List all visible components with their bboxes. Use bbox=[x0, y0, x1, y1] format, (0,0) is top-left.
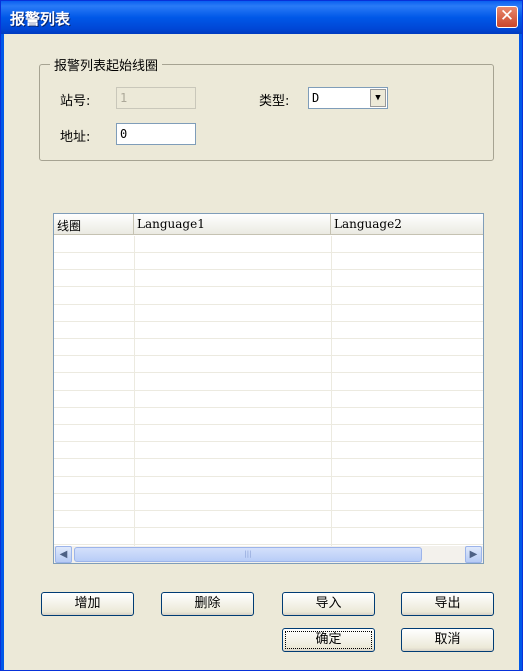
window-title: 报警列表 bbox=[10, 10, 71, 28]
close-icon[interactable]: ✕ bbox=[496, 6, 518, 28]
column-header-language1[interactable]: Language1 bbox=[134, 214, 331, 235]
scroll-left-icon[interactable]: ◀ bbox=[55, 546, 72, 563]
type-label: 类型: bbox=[259, 94, 290, 109]
import-button[interactable]: 导入 bbox=[282, 592, 375, 616]
address-label: 地址: bbox=[60, 130, 91, 145]
table-row[interactable] bbox=[54, 236, 483, 253]
add-button[interactable]: 增加 bbox=[41, 592, 134, 616]
horizontal-scrollbar[interactable]: ◀ ||| ▶ bbox=[54, 546, 483, 563]
table-body[interactable] bbox=[54, 236, 483, 546]
table-row[interactable] bbox=[54, 408, 483, 425]
table-row[interactable] bbox=[54, 511, 483, 529]
delete-button[interactable]: 删除 bbox=[161, 592, 254, 616]
address-field[interactable]: 0 bbox=[116, 123, 196, 145]
export-button[interactable]: 导出 bbox=[401, 592, 494, 616]
table-row[interactable] bbox=[54, 391, 483, 408]
column-divider bbox=[331, 236, 332, 546]
table-row[interactable] bbox=[54, 322, 483, 339]
station-label: 站号: bbox=[60, 94, 91, 109]
table-row[interactable] bbox=[54, 339, 483, 357]
frame-right bbox=[519, 34, 522, 670]
cancel-button[interactable]: 取消 bbox=[401, 628, 494, 652]
groupbox-title: 报警列表起始线圈 bbox=[50, 55, 163, 74]
scroll-thumb[interactable]: ||| bbox=[74, 547, 422, 562]
chevron-down-icon[interactable]: ▼ bbox=[370, 89, 386, 107]
table-row[interactable] bbox=[54, 374, 483, 391]
table-row[interactable] bbox=[54, 494, 483, 511]
table-row[interactable] bbox=[54, 305, 483, 322]
column-divider bbox=[134, 236, 135, 546]
title-bar[interactable]: 报警列表 ✕ bbox=[1, 1, 522, 34]
table-row[interactable] bbox=[54, 477, 483, 494]
table-row[interactable] bbox=[54, 528, 483, 546]
table-row[interactable] bbox=[54, 288, 483, 305]
table-row[interactable] bbox=[54, 425, 483, 443]
table-row[interactable] bbox=[54, 442, 483, 460]
alarm-table[interactable]: 线圈 Language1 Language2 ◀ ||| ▶ bbox=[53, 213, 484, 564]
type-value: D bbox=[312, 91, 320, 105]
station-field: 1 bbox=[116, 87, 196, 109]
frame-left bbox=[1, 34, 4, 670]
table-row[interactable] bbox=[54, 460, 483, 477]
table-row[interactable] bbox=[54, 270, 483, 288]
scroll-right-icon[interactable]: ▶ bbox=[465, 546, 482, 563]
table-row[interactable] bbox=[54, 253, 483, 271]
table-header: 线圈 Language1 Language2 bbox=[54, 214, 483, 235]
table-row[interactable] bbox=[54, 356, 483, 374]
column-header-coil[interactable]: 线圈 bbox=[54, 214, 134, 235]
start-coil-groupbox bbox=[39, 64, 494, 161]
alarm-list-dialog: 报警列表 ✕ 报警列表起始线圈 站号: 1 类型: D ▼ 地址: 0 线圈 L… bbox=[0, 0, 523, 671]
column-header-language2[interactable]: Language2 bbox=[331, 214, 483, 235]
type-select[interactable]: D ▼ bbox=[308, 87, 388, 109]
ok-button[interactable]: 确定 bbox=[282, 628, 375, 652]
